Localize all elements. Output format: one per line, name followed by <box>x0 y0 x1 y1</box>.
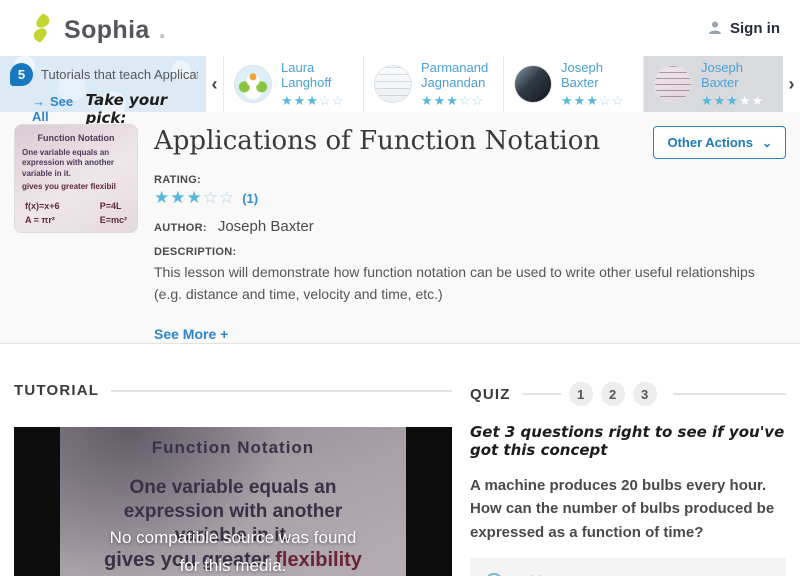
lesson-star-rating: ★★★ ☆☆ (1) <box>154 188 786 208</box>
lesson-thumbnail: Function Notation One variable equals an… <box>14 124 138 233</box>
star-rating: ★★★★★ <box>701 92 765 108</box>
avatar <box>514 65 552 103</box>
sign-in-button[interactable]: Sign in <box>707 20 780 37</box>
video-board-text: One variable equals an <box>129 477 337 498</box>
tutorial-column: TUTORIAL Function Notation One variable … <box>14 344 452 576</box>
author-name: Parmanand Jagnandan <box>421 60 489 90</box>
author-cards: Laura Langhoff ★★★☆☆ Parmanand Jagnandan… <box>223 56 783 112</box>
quiz-question: A machine produces 20 bulbs every hour. … <box>470 477 775 541</box>
page-title: Applications of Function Notation <box>154 126 601 156</box>
star-rating: ★★★☆☆ <box>561 92 625 108</box>
divider <box>111 389 452 392</box>
see-more-link[interactable]: See More + <box>154 326 228 342</box>
carousel-promo-panel: 5 Tutorials that teach Applications →See… <box>0 56 206 127</box>
avatar <box>654 65 692 103</box>
chevron-down-icon: ⌄ <box>761 135 772 150</box>
author-card-joseph-baxter-1[interactable]: Joseph Baxter ★★★☆☆ <box>503 56 643 112</box>
see-all-link[interactable]: → See All <box>32 94 86 124</box>
author-name: Joseph Baxter <box>701 60 743 90</box>
divider <box>672 393 786 395</box>
other-actions-button[interactable]: Other Actions ⌄ <box>653 126 786 159</box>
tutorial-heading: TUTORIAL <box>14 382 100 399</box>
brand-name: Sophia <box>64 16 150 44</box>
quiz-column: QUIZ 1 2 3 Get 3 questions right to see … <box>470 344 786 576</box>
sophia-logo[interactable]: Sophia . <box>28 13 166 43</box>
quiz-option-1[interactable]: n(t) = t <box>470 557 786 576</box>
quiz-step-1: 1 <box>568 382 593 406</box>
quiz-heading: QUIZ <box>470 385 511 403</box>
description-label: DESCRIPTION: <box>154 246 237 258</box>
arrow-right-icon: → <box>32 94 45 109</box>
avatar <box>374 65 412 103</box>
sign-in-label: Sign in <box>730 19 780 37</box>
quiz-tagline: Get 3 questions right to see if you've g… <box>470 423 785 459</box>
take-your-pick-text: Take your pick: <box>85 91 168 127</box>
description-text: This lesson will demonstrate how functio… <box>154 264 755 302</box>
rating-label: RATING: <box>154 174 202 186</box>
tutorial-video-player[interactable]: Function Notation One variable equals an… <box>14 427 452 576</box>
quiz-step-2: 2 <box>600 382 625 406</box>
carousel-prev-button[interactable]: ‹ <box>206 56 223 112</box>
video-error-message: No compatible source was found for this … <box>109 528 357 576</box>
thumbnail-title: Function Notation <box>37 133 115 143</box>
author-label: AUTHOR: <box>154 222 207 234</box>
content-columns: TUTORIAL Function Notation One variable … <box>0 344 800 576</box>
star-rating: ★★★☆☆ <box>281 92 345 108</box>
thumbnail-text: gives you greater flexibil <box>22 182 116 192</box>
brand-dot: . <box>158 16 166 44</box>
author-name: Joseph Baxter <box>561 60 603 90</box>
tutorials-carousel: 5 Tutorials that teach Applications →See… <box>0 56 800 127</box>
author-card-joseph-baxter-2-selected[interactable]: Joseph Baxter ★★★★★ <box>643 56 783 112</box>
tutorial-count-badge: 5 <box>10 63 33 86</box>
avatar <box>234 65 272 103</box>
chevron-right-icon: › <box>788 73 795 94</box>
thumbnail-formulas: f(x)=x+6 A = πr² P=4L E=mc² <box>25 200 127 225</box>
top-bar: Sophia . Sign in <box>0 0 800 56</box>
video-board-text: expression with another <box>123 501 343 522</box>
carousel-heading: Tutorials that teach Applications <box>41 67 198 82</box>
author-card-laura-langhoff[interactable]: Laura Langhoff ★★★☆☆ <box>223 56 363 112</box>
thumbnail-text: One variable equals an expression with a… <box>22 148 115 178</box>
rating-count-link[interactable]: (1) <box>242 191 258 206</box>
divider <box>522 393 561 395</box>
chevron-left-icon: ‹ <box>211 73 218 94</box>
author-card-parmanand-jagnandan[interactable]: Parmanand Jagnandan ★★★☆☆ <box>363 56 503 112</box>
stars-filled: ★★★ <box>154 188 203 207</box>
user-icon <box>707 20 723 36</box>
sophia-leaf-icon <box>28 13 55 43</box>
video-board-title: Function Notation <box>151 438 315 457</box>
lesson-info-section: Function Notation One variable equals an… <box>0 112 800 344</box>
author-name: Laura Langhoff <box>281 60 332 90</box>
star-rating: ★★★☆☆ <box>421 92 485 108</box>
author-name: Joseph Baxter <box>217 218 314 235</box>
stars-empty: ☆☆ <box>202 188 236 207</box>
carousel-next-button[interactable]: › <box>783 56 800 112</box>
quiz-step-3: 3 <box>632 382 657 406</box>
